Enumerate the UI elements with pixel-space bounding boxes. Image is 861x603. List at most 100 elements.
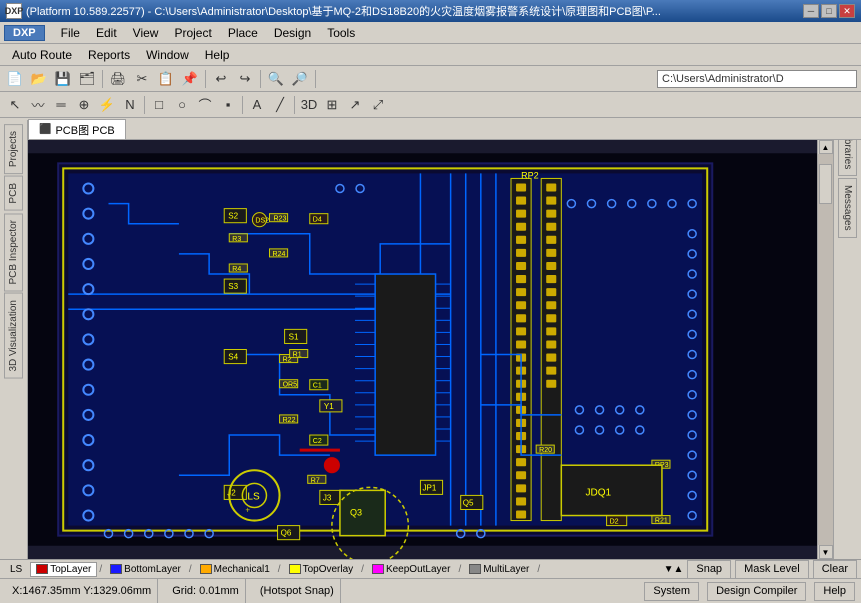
- layer-tab-keepoutlayer[interactable]: KeepOutLayer: [366, 562, 457, 577]
- tool-fanout[interactable]: ⤢: [367, 95, 389, 115]
- pcb-canvas[interactable]: R23 R3 R24 R4 R2 R22 R20 RP3 R21 S2 S3 S…: [28, 140, 833, 559]
- multilayer-label: MultiLayer: [483, 564, 529, 575]
- toolbar-separator-3: [260, 70, 261, 88]
- menu-view[interactable]: View: [125, 24, 167, 42]
- close-button[interactable]: ✕: [839, 4, 855, 18]
- scroll-thumb[interactable]: [819, 164, 832, 204]
- design-compiler-button[interactable]: Design Compiler: [707, 582, 806, 601]
- tool-wire[interactable]: 〰: [27, 95, 49, 115]
- svg-text:D4: D4: [313, 217, 322, 224]
- layer-tab-bottomlayer[interactable]: BottomLayer: [104, 562, 187, 577]
- menu-edit[interactable]: Edit: [88, 24, 125, 42]
- tool-bus[interactable]: ═: [50, 95, 72, 115]
- topoverlay-label: TopOverlay: [303, 564, 354, 575]
- tool-net[interactable]: N: [119, 95, 141, 115]
- save-button[interactable]: 💾: [52, 69, 74, 89]
- maximize-button[interactable]: □: [821, 4, 837, 18]
- zoom-out-button[interactable]: 🔎: [289, 69, 311, 89]
- svg-text:Q3: Q3: [350, 508, 362, 518]
- tab-icon: ⬛: [39, 124, 51, 135]
- layer-tab-multilayer[interactable]: MultiLayer: [463, 562, 535, 577]
- toplayer-color: [36, 564, 48, 574]
- toolbar2-sep1: [144, 96, 145, 114]
- svg-text:JP1: JP1: [422, 483, 436, 492]
- toolbar2-sep3: [294, 96, 295, 114]
- menu-help[interactable]: Help: [197, 46, 238, 64]
- app-icon: DXP: [6, 3, 22, 19]
- menu-reports[interactable]: Reports: [80, 46, 138, 64]
- svg-text:Y1: Y1: [324, 402, 334, 411]
- tool-select[interactable]: ↖: [4, 95, 26, 115]
- snap-toggle-button[interactable]: Snap: [687, 560, 731, 579]
- zoom-in-button[interactable]: 🔍: [265, 69, 287, 89]
- clear-button[interactable]: Clear: [813, 560, 857, 579]
- path-input[interactable]: [657, 70, 857, 88]
- menu-file[interactable]: File: [53, 24, 88, 42]
- redo-button[interactable]: ↪: [234, 69, 256, 89]
- vertical-scrollbar[interactable]: ▲ ▼: [817, 140, 833, 559]
- mechanical1-color: [200, 564, 212, 574]
- undo-button[interactable]: ↩: [210, 69, 232, 89]
- tool-power[interactable]: ⚡: [96, 95, 118, 115]
- menu-design[interactable]: Design: [266, 24, 319, 42]
- menu-tools[interactable]: Tools: [319, 24, 363, 42]
- menu-project[interactable]: Project: [166, 24, 219, 42]
- svg-text:S4: S4: [228, 353, 238, 362]
- save-all-button[interactable]: 🗂: [76, 69, 98, 89]
- mechanical1-label: Mechanical1: [214, 564, 270, 575]
- tool-route[interactable]: ↗: [344, 95, 366, 115]
- cut-button[interactable]: ✂: [131, 69, 153, 89]
- left-tab-projects[interactable]: Projects: [4, 124, 23, 174]
- scroll-track[interactable]: [818, 154, 833, 545]
- tool-align[interactable]: ⊞: [321, 95, 343, 115]
- scroll-up-button[interactable]: ▲: [819, 140, 833, 154]
- layer-tabs: LS TopLayer / BottomLayer / Mechanical1 …: [0, 559, 861, 578]
- left-tab-3d[interactable]: 3D Visualization: [4, 293, 23, 379]
- right-tab-messages[interactable]: Messages: [838, 178, 857, 238]
- menu-autoroute[interactable]: Auto Route: [4, 46, 80, 64]
- toolbar2-sep2: [242, 96, 243, 114]
- mask-level-button[interactable]: Mask Level: [735, 560, 809, 579]
- tool-line[interactable]: ╱: [269, 95, 291, 115]
- bottomlayer-label: BottomLayer: [124, 564, 181, 575]
- tool-fill[interactable]: ▪: [217, 95, 239, 115]
- svg-text:D2: D2: [610, 519, 619, 526]
- svg-text:R23: R23: [274, 216, 287, 223]
- tool-arc[interactable]: ⌒: [194, 95, 216, 115]
- toolbar-separator-1: [102, 70, 103, 88]
- tool-component[interactable]: □: [148, 95, 170, 115]
- system-button[interactable]: System: [644, 582, 699, 601]
- tool-3d[interactable]: 3D: [298, 95, 320, 115]
- left-tab-pcb[interactable]: PCB: [4, 176, 23, 211]
- svg-text:S3: S3: [228, 282, 238, 291]
- right-panel: Libraries Messages: [833, 120, 861, 559]
- new-button[interactable]: 📄: [4, 69, 26, 89]
- paste-button[interactable]: 📌: [179, 69, 201, 89]
- tool-text[interactable]: A: [246, 95, 268, 115]
- svg-text:JDQ1: JDQ1: [585, 487, 611, 498]
- layer-tab-toplayer[interactable]: TopLayer: [30, 562, 97, 577]
- doc-tab-pcb[interactable]: ⬛ PCB图 PCB: [28, 119, 126, 139]
- open-button[interactable]: 📂: [28, 69, 50, 89]
- copy-button[interactable]: 📋: [155, 69, 177, 89]
- status-grid: Grid: 0.01mm: [166, 579, 246, 603]
- svg-text:C2: C2: [313, 438, 322, 445]
- dxp-button[interactable]: DXP: [4, 25, 45, 41]
- tool-via[interactable]: ○: [171, 95, 193, 115]
- minimize-button[interactable]: ─: [803, 4, 819, 18]
- left-panel: Projects PCB PCB Inspector 3D Visualizat…: [0, 120, 28, 559]
- topoverlay-color: [289, 564, 301, 574]
- layer-tab-topoverlay[interactable]: TopOverlay: [283, 562, 360, 577]
- print-button[interactable]: 🖨: [107, 69, 129, 89]
- svg-text:R1: R1: [293, 352, 302, 359]
- help-button[interactable]: Help: [814, 582, 855, 601]
- menu-place[interactable]: Place: [220, 24, 266, 42]
- tool-junction[interactable]: ⊕: [73, 95, 95, 115]
- scroll-down-button[interactable]: ▼: [819, 545, 833, 559]
- menu-window[interactable]: Window: [138, 46, 197, 64]
- pcb-svg: R23 R3 R24 R4 R2 R22 R20 RP3 R21 S2 S3 S…: [28, 140, 833, 559]
- layer-tab-ls[interactable]: LS: [4, 562, 28, 577]
- layer-tab-mechanical1[interactable]: Mechanical1: [194, 562, 276, 577]
- left-tab-pcb-inspector[interactable]: PCB Inspector: [4, 213, 23, 291]
- toolbar-separator-4: [315, 70, 316, 88]
